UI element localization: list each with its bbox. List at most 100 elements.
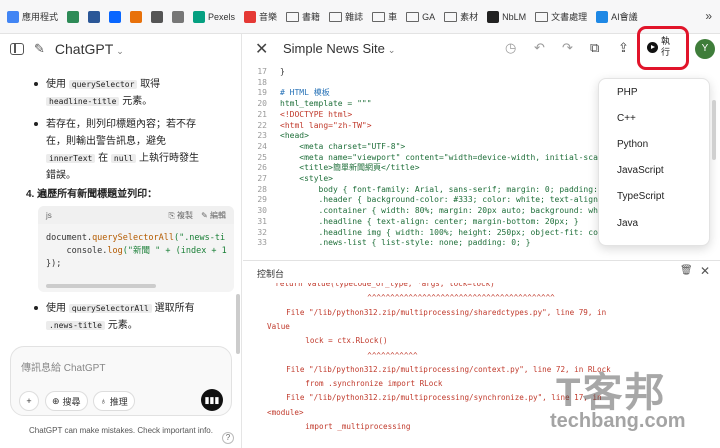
text: 使用 <box>46 303 66 314</box>
language-option[interactable]: Python <box>617 139 648 150</box>
meta-icon <box>109 10 122 23</box>
redo-icon[interactable]: ↷ <box>562 40 573 56</box>
watermark: T客邦 techbang.com <box>548 360 712 444</box>
reason-button[interactable]: ♁ 推理 <box>93 391 135 411</box>
close-icon[interactable]: ✕ <box>255 39 268 59</box>
new-chat-icon[interactable]: ✎ <box>34 41 45 57</box>
line-number: 20 <box>257 99 267 109</box>
app-title[interactable]: ChatGPT ⌄ <box>55 41 124 57</box>
help-icon[interactable]: ? <box>222 432 234 444</box>
bookmark-item[interactable]: 書籍 <box>283 8 323 25</box>
bookmark-item[interactable]: Pexels <box>190 9 238 25</box>
language-option[interactable]: JavaScript <box>617 165 664 176</box>
inline-code: querySelectorAll <box>68 304 152 313</box>
canvas-title[interactable]: Simple News Site ⌄ <box>283 41 395 56</box>
bookmark-item[interactable] <box>64 9 82 25</box>
plus-icon: + <box>26 396 32 406</box>
bulb-icon: ♁ <box>100 396 107 406</box>
code-line: .headline { text-align: center; margin-b… <box>280 216 579 226</box>
trash-icon[interactable]: 🗑 <box>680 265 693 276</box>
bookmark-item[interactable] <box>127 9 145 25</box>
text: 元素。 <box>107 320 138 331</box>
puzzle-icon <box>67 10 80 23</box>
attach-button[interactable]: + <box>19 391 39 411</box>
trend-icon <box>130 10 143 23</box>
ai-icon <box>596 10 609 23</box>
text: 若存在，則列印標題內容；若不存 <box>46 119 196 130</box>
bookmark-item[interactable] <box>85 9 103 25</box>
line-number: 31 <box>257 216 267 226</box>
close-icon[interactable]: ✕ <box>700 264 710 278</box>
bookmarks-bar: 應用程式 Pexels 音樂 書籍 雜誌 車 GA 素材 NbLM 文書處理 AI會議 <box>0 0 720 34</box>
avatar[interactable]: Y <box>695 39 715 59</box>
composer-placeholder: 傳訊息給 ChatGPT <box>21 363 106 374</box>
pexels-icon <box>193 10 206 23</box>
bookmarks-more-icon[interactable]: » <box>705 9 712 23</box>
chat-sidebar: ✎ ChatGPT ⌄ 使用 querySelector 取得 headline-… <box>0 34 242 448</box>
search-button[interactable]: ⊕ 搜尋 <box>45 391 88 411</box>
undo-icon[interactable]: ↶ <box>534 40 545 56</box>
bookmark-item[interactable]: 應用程式 <box>4 8 61 25</box>
text: 錯誤。 <box>46 170 76 181</box>
bookmark-item[interactable]: 音樂 <box>241 8 280 25</box>
voice-button[interactable]: ▮▮▮ <box>201 389 223 411</box>
sidebar-header: ✎ ChatGPT ⌄ <box>0 34 241 64</box>
copy-button[interactable]: ⎘ 複製 <box>168 207 193 224</box>
bookmark-label: 素材 <box>460 12 479 22</box>
text: 在，則輸出警告訊息，避免 <box>46 136 166 147</box>
line-number: 18 <box>257 77 267 87</box>
sidebar-toggle-icon[interactable] <box>10 43 24 55</box>
inline-code: querySelector <box>68 80 138 89</box>
bookmark-label: 音樂 <box>259 12 278 22</box>
editor-scrollbar[interactable] <box>712 100 716 160</box>
bookmark-label: AI會議 <box>611 12 638 22</box>
language-option[interactable]: PHP <box>617 87 638 98</box>
bookmark-item[interactable]: AI會議 <box>593 8 641 25</box>
code-language: js <box>46 210 52 220</box>
bookmark-item[interactable] <box>169 9 187 25</box>
line-number: 21 <box>257 109 267 119</box>
edit-button[interactable]: ✎ 編輯 <box>201 207 226 224</box>
run-button-label: 執行 <box>661 36 671 57</box>
share-icon[interactable]: ⇪ <box>618 40 629 56</box>
code-scrollbar[interactable] <box>46 284 156 288</box>
doc-icon <box>172 10 185 23</box>
bookmark-item[interactable] <box>148 9 166 25</box>
language-option[interactable]: TypeScript <box>617 191 664 202</box>
line-number: 27 <box>257 174 267 183</box>
bookmark-item[interactable]: 雜誌 <box>326 8 366 25</box>
language-option[interactable]: C++ <box>617 113 636 124</box>
run-button[interactable]: 執行 <box>647 36 673 58</box>
folder-icon <box>329 11 343 22</box>
bookmark-item[interactable]: 文書處理 <box>532 8 590 25</box>
text: 元素。 <box>122 96 153 107</box>
bookmark-item[interactable]: GA <box>403 10 438 24</box>
gear-icon <box>151 10 164 23</box>
play-icon <box>647 41 658 53</box>
chat-messages: 使用 querySelector 取得 headline-title 元素。 若… <box>0 64 242 376</box>
bookmark-item[interactable] <box>106 9 124 25</box>
code-line: <!DOCTYPE html> <box>280 109 353 119</box>
code-block: js ⎘ 複製 ✎ 編輯 document.querySelectorAll("… <box>38 206 234 292</box>
message-composer[interactable]: 傳訊息給 ChatGPT + ⊕ 搜尋 ♁ 推理 ▮▮▮ <box>10 346 232 416</box>
bookmark-label: Pexels <box>208 11 236 22</box>
text: 上執行時發生 <box>138 153 199 164</box>
reason-button-label: 推理 <box>109 396 128 407</box>
code-line: <meta charset="UTF-8"> <box>280 141 406 151</box>
copy-icon[interactable]: ⧉ <box>590 40 599 56</box>
chat-scrollbar[interactable] <box>236 294 240 354</box>
bookmark-item[interactable]: 車 <box>369 8 400 25</box>
console-title: 控制台 <box>257 269 285 279</box>
code-line: <head> <box>280 131 309 141</box>
chevron-down-icon: ⌄ <box>387 45 396 55</box>
language-option[interactable]: Java <box>617 218 638 229</box>
code-token: (".news-ti <box>173 233 226 243</box>
language-menu: PHP C++ Python JavaScript TypeScript Java <box>598 78 710 246</box>
bookmark-item[interactable]: NbLM <box>484 9 529 25</box>
history-icon[interactable]: ◷ <box>505 40 516 56</box>
code-line: <meta name="viewport" content="width=dev… <box>280 152 637 162</box>
nblm-icon <box>487 10 500 23</box>
bookmark-item[interactable]: 素材 <box>441 8 481 25</box>
console-line: File "/lib/python312.zip/multiprocessing… <box>277 307 607 317</box>
inline-code: innerText <box>46 154 96 163</box>
